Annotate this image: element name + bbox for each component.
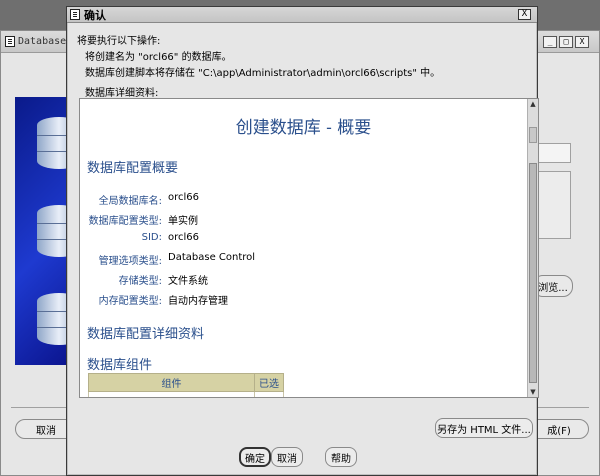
intro-line: 将要执行以下操作: xyxy=(77,36,161,47)
summary-row-value: orcl66 xyxy=(168,232,200,243)
summary-row-value: 单实例 xyxy=(168,216,198,227)
document-icon xyxy=(70,9,80,20)
table-header-selected: 已选 xyxy=(254,373,284,392)
intro-line: 数据库创建脚本将存储在 "C:\app\Administrator\admin\… xyxy=(85,68,441,79)
confirm-dialog: 确认 X 将要执行以下操作: 将创建名为 "orcl66" 的数据库。 数据库创… xyxy=(66,6,539,476)
dialog-titlebar: 确认 X xyxy=(67,7,537,23)
summary-pane[interactable]: 创建数据库 - 概要 数据库配置概要 全局数据库名: orcl66 数据库配置类… xyxy=(79,98,539,398)
summary-row-value: Database Control xyxy=(168,252,256,263)
summary-row-key: 管理选项类型: xyxy=(98,256,162,267)
summary-row-key: SID: xyxy=(141,232,162,243)
summary-row: 全局数据库名: orcl66 xyxy=(80,192,380,207)
browse-button[interactable]: 浏览... xyxy=(533,275,573,297)
summary-row-key: 内存配置类型: xyxy=(98,296,162,307)
help-button[interactable]: 帮助 xyxy=(325,447,357,467)
cancel-button[interactable]: 取消 xyxy=(271,447,303,467)
summary-row-value: 自动内存管理 xyxy=(168,296,228,307)
scrollbar-grip[interactable] xyxy=(529,127,537,143)
summary-section-heading: 数据库配置详细资料 xyxy=(87,327,205,342)
table-row xyxy=(88,391,284,397)
summary-row-key: 全局数据库名: xyxy=(98,196,162,207)
table-header-component: 组件 xyxy=(88,373,255,392)
document-icon xyxy=(5,36,15,47)
summary-row: 数据库配置类型: 单实例 xyxy=(80,212,380,227)
summary-row: SID: orcl66 xyxy=(80,232,380,243)
intro-text: 将要执行以下操作: 将创建名为 "orcl66" 的数据库。 数据库创建脚本将存… xyxy=(67,23,537,82)
background-finish-button[interactable]: 成(F) xyxy=(529,419,589,439)
save-as-html-button[interactable]: 另存为 HTML 文件... xyxy=(435,418,533,438)
background-window-controls: _ □ X xyxy=(543,36,589,48)
scroll-down-icon[interactable]: ▼ xyxy=(528,387,538,397)
summary-title: 创建数据库 - 概要 xyxy=(235,118,372,138)
summary-section-heading: 数据库组件 xyxy=(87,358,153,373)
summary-row: 管理选项类型: Database Control xyxy=(80,252,380,267)
summary-row-key: 存储类型: xyxy=(118,276,162,287)
dialog-close-button[interactable]: X xyxy=(518,9,531,20)
components-table: 组件 已选 xyxy=(88,373,284,397)
ok-button[interactable]: 确定 xyxy=(239,447,271,467)
maximize-button[interactable]: □ xyxy=(559,36,573,48)
intro-line: 将创建名为 "orcl66" 的数据库。 xyxy=(85,52,232,63)
summary-row-value: 文件系统 xyxy=(168,276,208,287)
dialog-title: 确认 xyxy=(84,8,106,22)
summary-row: 存储类型: 文件系统 xyxy=(80,272,380,287)
background-window-title: Database xyxy=(18,36,67,47)
minimize-button[interactable]: _ xyxy=(543,36,557,48)
summary-scrollbar[interactable]: ▲ ▼ xyxy=(527,99,538,397)
summary-row: 内存配置类型: 自动内存管理 xyxy=(80,292,380,307)
details-caption: 数据库详细资料: xyxy=(85,88,159,99)
summary-row-key: 数据库配置类型: xyxy=(88,216,162,227)
scrollbar-thumb[interactable] xyxy=(529,163,537,383)
summary-row-value: orcl66 xyxy=(168,192,200,203)
summary-section-heading: 数据库配置概要 xyxy=(87,161,179,176)
close-button[interactable]: X xyxy=(575,36,589,48)
scroll-up-icon[interactable]: ▲ xyxy=(528,99,538,109)
